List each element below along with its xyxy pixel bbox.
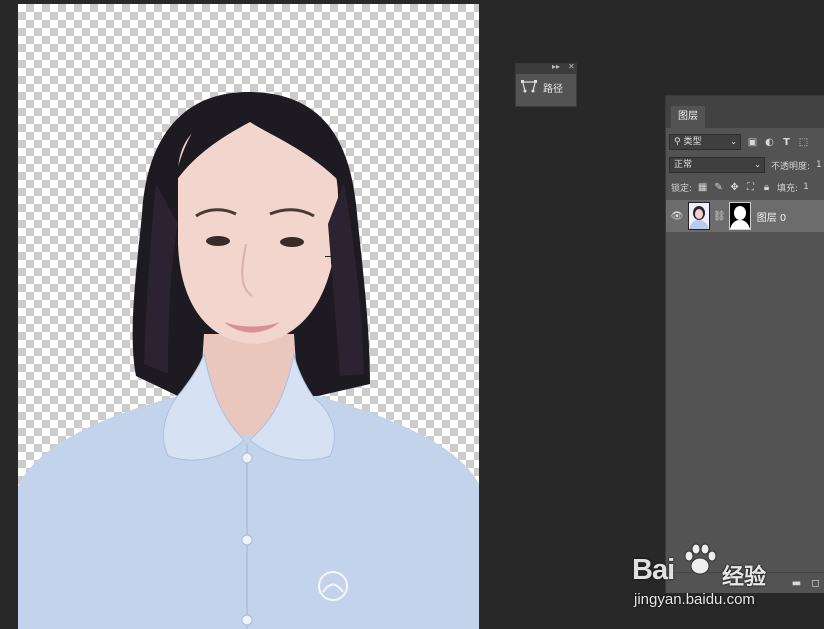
path-icon: [520, 78, 538, 97]
blend-mode-select[interactable]: 正常 ⌄: [669, 157, 765, 173]
fill-value[interactable]: 1: [803, 182, 809, 192]
opacity-value[interactable]: 1: [816, 160, 822, 170]
fill-label: 填充:: [777, 183, 799, 194]
watermark-brand: Bai: [632, 554, 675, 586]
layer-mask-thumbnail[interactable]: [728, 202, 751, 230]
type-filter-icon[interactable]: T: [781, 137, 792, 148]
layer-name[interactable]: 图层 0: [757, 209, 787, 224]
lock-icon[interactable]: 🔒︎: [761, 182, 772, 193]
layer-thumbnail[interactable]: [688, 202, 710, 230]
tab-layers[interactable]: 图层: [671, 106, 705, 128]
link-icon[interactable]: ⛓: [713, 211, 726, 222]
search-icon: ⚲: [674, 137, 681, 147]
lock-move-icon[interactable]: ✥: [729, 182, 740, 193]
filter-kind-select[interactable]: ⚲ 类型 ⌄: [669, 134, 741, 150]
eye-icon[interactable]: 👁︎: [666, 211, 688, 222]
paths-mini-panel[interactable]: ▸▸ ✕ 路径: [515, 62, 577, 107]
paw-icon: [684, 543, 717, 575]
paths-label: 路径: [543, 84, 563, 95]
document-canvas[interactable]: [18, 4, 479, 629]
watermark-cn: 经验: [722, 565, 767, 590]
chevron-down-icon: ⌄: [730, 137, 737, 146]
lock-row: 锁定: ▦ ✎ ✥ ⛶ 🔒︎ 填充: 1: [666, 178, 824, 196]
blend-mode-value: 正常: [674, 160, 693, 170]
chevron-down-icon: ⌄: [754, 160, 761, 169]
layers-panel: 图层 ⚲ 类型 ⌄ ▣ ◐ T ⬚ 正常 ⌄ 不透明度: 1 锁定: ▦ ✎ ✥…: [665, 95, 824, 593]
panel-titlebar[interactable]: ▸▸ ✕: [516, 62, 576, 74]
paths-button[interactable]: 路径: [516, 74, 576, 101]
filter-kind-value: 类型: [683, 137, 702, 147]
layer-row[interactable]: 👁︎ ⛓ 图层 0: [666, 200, 824, 232]
watermark-url: jingyan.baidu.com: [634, 591, 755, 608]
lock-paint-icon[interactable]: ✎: [713, 182, 724, 193]
shape-filter-icon[interactable]: ⬚: [798, 137, 809, 148]
lock-label: 锁定:: [671, 183, 693, 194]
crosshair-cursor: [325, 250, 339, 264]
opacity-label: 不透明度:: [771, 161, 811, 172]
portrait-image: [18, 92, 479, 629]
watermark: Bai 经验 jingyan.baidu.com: [632, 540, 822, 615]
collapse-icon[interactable]: ▸▸: [552, 62, 560, 71]
layer-filter-row: ⚲ 类型 ⌄ ▣ ◐ T ⬚: [666, 133, 824, 151]
adjustment-filter-icon[interactable]: ◐: [764, 137, 775, 148]
lock-artboard-icon[interactable]: ⛶: [745, 182, 756, 193]
blend-row: 正常 ⌄ 不透明度: 1: [666, 156, 824, 174]
close-icon[interactable]: ✕: [568, 62, 575, 71]
lock-transparency-icon[interactable]: ▦: [697, 182, 708, 193]
image-filter-icon[interactable]: ▣: [747, 137, 758, 148]
panel-tab-bar: 图层: [666, 96, 824, 128]
